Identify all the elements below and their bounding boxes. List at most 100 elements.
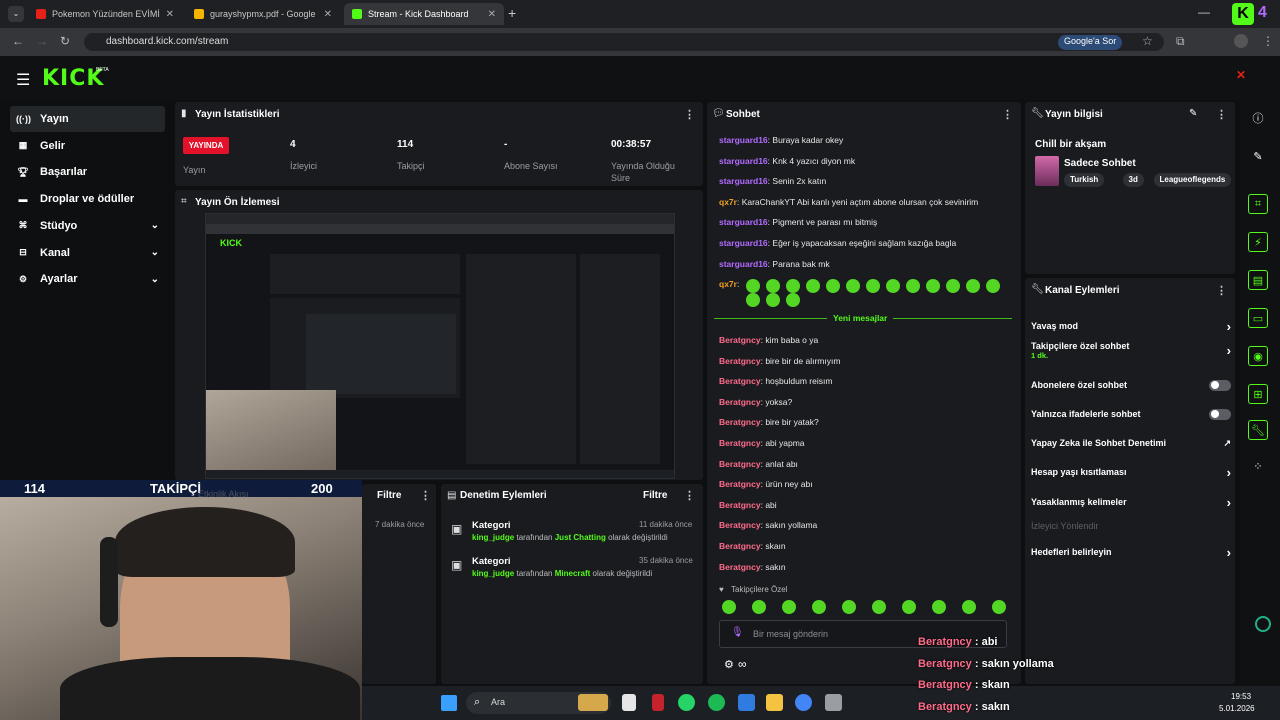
broadcast-icon[interactable]: ◉ [1248,346,1268,366]
stream-tag[interactable]: Turkish [1064,173,1105,187]
chat-username[interactable]: Beratgncy [719,376,761,386]
emote-picker-icon[interactable] [842,600,856,614]
chat-username[interactable]: Beratgncy [719,459,761,469]
more-dots-icon[interactable]: ⁘ [1248,456,1268,476]
sidebar-item-2[interactable]: 🏆︎ Başarılar [10,159,165,185]
kick-emote-icon[interactable] [766,293,780,307]
browser-tab[interactable]: Pokemon Yüzünden EVİMİ POL ✕ [28,3,182,25]
browser-menu-icon[interactable]: ⋮ [1262,34,1274,48]
kick-emote-icon[interactable] [826,279,840,293]
chat-username[interactable]: Beratgncy [719,520,761,530]
channel-action-2[interactable]: Abonelere özel sohbet [1031,377,1231,393]
sidebar-item-4[interactable]: ⌘ Stüdyo ⌄ [10,213,165,239]
kick-emote-icon[interactable] [766,279,780,293]
emote-picker-icon[interactable] [782,600,796,614]
hamburger-menu-icon[interactable]: ☰ [16,70,30,90]
kick-emote-icon[interactable] [906,279,920,293]
channel-action-1[interactable]: Takipçilere özel sohbet 1 dk. › [1031,341,1231,360]
chat-username[interactable]: Beratgncy [719,417,761,427]
stats-menu-icon[interactable]: ⋮ [684,108,695,121]
extensions-icon[interactable]: ⧉ [1176,34,1185,49]
app-icon[interactable] [652,694,664,711]
channel-action-4[interactable]: Yapay Zeka ile Sohbet Denetimi ↗ [1031,435,1231,451]
scan-icon[interactable]: ⌗ [1248,194,1268,214]
chat-username[interactable]: starguard16 [719,238,768,248]
chat-username[interactable]: qx7r [719,279,737,289]
edit-pencil-icon[interactable]: ✎ [1189,108,1197,119]
emote-picker-icon[interactable] [902,600,916,614]
chat-username[interactable]: Beratgncy [719,562,761,572]
layout-icon[interactable]: ⊞ [1248,384,1268,404]
moderation-menu-icon[interactable]: ⋮ [684,489,695,502]
kick-emote-icon[interactable] [806,279,820,293]
chat-username[interactable]: Beratgncy [719,335,761,345]
bolt-icon[interactable]: ⚡︎ [1248,232,1268,252]
spotify-icon[interactable] [708,694,725,711]
activity-menu-icon[interactable]: ⋮ [420,489,431,502]
kick-emote-icon[interactable] [786,293,800,307]
close-x-icon[interactable]: ✕ [1236,68,1246,82]
chat-username[interactable]: Beratgncy [719,541,761,551]
chat-username[interactable]: starguard16 [719,259,768,269]
channel-action-5[interactable]: Hesap yaşı kısıtlaması › [1031,464,1231,480]
kick-emote-icon[interactable] [926,279,940,293]
reload-icon[interactable]: ↻ [60,34,70,48]
tab-close-icon[interactable]: ✕ [488,9,496,20]
stream-info-menu-icon[interactable]: ⋮ [1216,108,1227,121]
tab-close-icon[interactable]: ✕ [324,9,332,20]
emote-picker-icon[interactable] [932,600,946,614]
game-icon[interactable] [825,694,842,711]
emote-picker-icon[interactable] [722,600,736,614]
chat-username[interactable]: starguard16 [719,135,768,145]
sidebar-item-1[interactable]: ▦ Gelir [10,133,165,159]
chrome-icon[interactable] [795,694,812,711]
kick-emote-icon[interactable] [886,279,900,293]
chat-bubble-icon[interactable]: ▭ [1248,308,1268,328]
pencil-icon[interactable]: ✎ [1248,146,1268,166]
emote-picker-icon[interactable] [872,600,886,614]
forward-icon[interactable]: → [36,34,48,48]
new-tab-button[interactable]: + [508,5,516,21]
wrench-icon[interactable]: 🔧︎ [1248,420,1268,440]
kick-emote-icon[interactable] [746,293,760,307]
infinity-icon[interactable]: ∞ [738,657,747,671]
mod-user[interactable]: king_judge [472,533,514,542]
chat-username[interactable]: starguard16 [719,176,768,186]
toggle-switch[interactable] [1209,408,1231,420]
activity-filter-button[interactable]: Filtre [377,490,401,501]
stream-preview-video[interactable]: KICK [205,213,675,479]
emote-picker-icon[interactable] [812,600,826,614]
url-field[interactable]: dashboard.kick.com/stream [84,33,1164,51]
google-ask-button[interactable]: Google'a Sor [1058,35,1123,50]
channel-action-3[interactable]: Yalnızca ifadelerle sohbet [1031,406,1231,422]
stream-tag[interactable]: 3d [1122,173,1144,187]
whatsapp-icon[interactable] [678,694,695,711]
sidebar-item-0[interactable]: ((·)) Yayın [10,106,165,132]
emote-picker-icon[interactable] [962,600,976,614]
terminal-icon[interactable] [622,694,636,711]
chat-username[interactable]: Beratgncy [719,438,761,448]
channel-action-0[interactable]: Yavaş mod › [1031,318,1231,334]
kick-emote-icon[interactable] [946,279,960,293]
chat-username[interactable]: Beratgncy [719,500,761,510]
widget-icon[interactable] [578,694,608,711]
emote-picker-icon[interactable] [752,600,766,614]
assistant-icon[interactable] [1255,616,1271,632]
kick-emote-icon[interactable] [986,279,1000,293]
bookmark-star-icon[interactable]: ☆ [1142,34,1153,48]
stream-tag[interactable]: Leagueoflegends [1153,173,1232,187]
profile-avatar[interactable] [1234,34,1248,48]
kick-emote-icon[interactable] [866,279,880,293]
info-icon[interactable]: ⓘ [1248,108,1268,128]
mail-icon[interactable] [738,694,755,711]
kick-emote-icon[interactable] [786,279,800,293]
moderation-filter-button[interactable]: Filtre [643,490,667,501]
emote-picker-icon[interactable] [992,600,1006,614]
channel-actions-menu-icon[interactable]: ⋮ [1216,284,1227,297]
chat-menu-icon[interactable]: ⋮ [1002,108,1013,121]
kick-emote-icon[interactable] [966,279,980,293]
chat-username[interactable]: starguard16 [719,156,768,166]
chat-username[interactable]: Beratgncy [719,479,761,489]
windows-start-icon[interactable] [441,695,457,711]
sidebar-item-5[interactable]: ⊟ Kanal ⌄ [10,240,165,266]
